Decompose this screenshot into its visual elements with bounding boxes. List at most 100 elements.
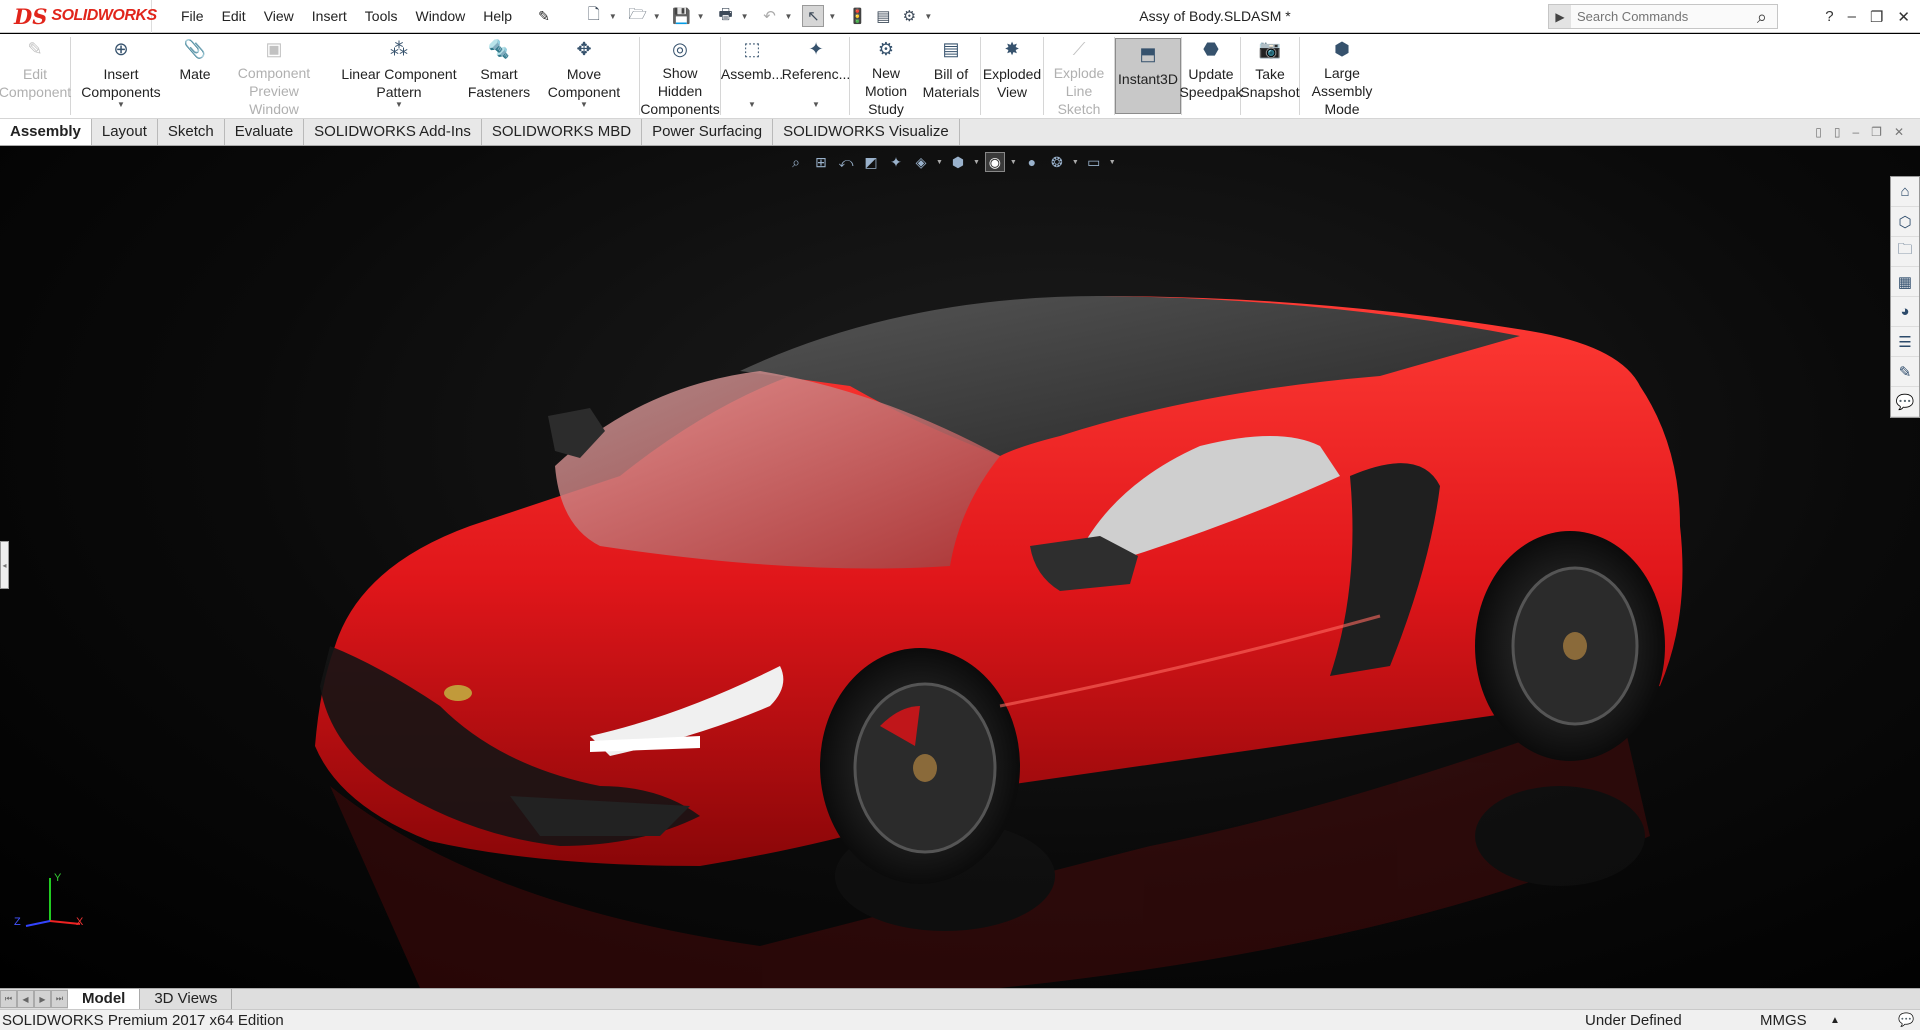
previous-view-icon[interactable]: ⤺ — [836, 152, 856, 172]
custom-properties-icon[interactable]: ☰ — [1891, 327, 1919, 357]
ribbon-dropdown-arrow-icon[interactable]: ▼ — [812, 96, 820, 114]
edit-appearance-icon[interactable]: ● — [1022, 152, 1042, 172]
options-dropdown-icon[interactable]: ▼ — [924, 12, 932, 21]
ribbon-button-preview-window[interactable]: ▣ Component Preview Window — [219, 34, 329, 118]
print-dropdown-icon[interactable]: ▼ — [741, 12, 749, 21]
tab-evaluate[interactable]: Evaluate — [225, 119, 305, 145]
ribbon-button-speedpak[interactable]: ⬣ Update Speedpak — [1179, 34, 1242, 118]
file-explorer-icon[interactable]: ▦ — [1891, 267, 1919, 297]
split-horizontal-icon[interactable]: ▯ — [1815, 125, 1822, 139]
zoom-to-area-icon[interactable]: ⊞ — [811, 152, 831, 172]
minimize-icon[interactable]: – — [1848, 8, 1856, 25]
help-icon[interactable]: ? — [1825, 8, 1833, 25]
solidworks-forum-icon[interactable]: ✎ — [1891, 357, 1919, 387]
ribbon-button-instant3d[interactable]: ⬒ Instant3D — [1115, 38, 1181, 114]
options-gear-icon[interactable]: ⚙ — [898, 5, 920, 27]
zoom-to-fit-icon[interactable]: ⌕ — [786, 152, 806, 172]
menu-insert[interactable]: Insert — [303, 0, 356, 33]
restore-icon[interactable]: ❐ — [1870, 8, 1883, 26]
ribbon-dropdown-arrow-icon[interactable]: ▼ — [117, 96, 125, 114]
3d-content-central-icon[interactable]: ⬡ — [1891, 207, 1919, 237]
hide-show-items-icon[interactable]: ◉ — [984, 152, 1005, 172]
tab-solidworks-add-ins[interactable]: SOLIDWORKS Add-Ins — [304, 119, 482, 145]
ribbon-button-linear-pattern[interactable]: ⁂ Linear Component Pattern ▼ — [329, 34, 469, 118]
ribbon-button-exploded-view[interactable]: ✸ Exploded View — [981, 34, 1043, 118]
ribbon-dropdown-arrow-icon[interactable]: ▼ — [580, 96, 588, 114]
ribbon-button-show-hidden[interactable]: ◎ Show Hidden Components — [640, 34, 720, 118]
undo-icon[interactable]: ↶ — [759, 5, 781, 27]
prev-tab-icon[interactable]: ◀ — [17, 990, 34, 1008]
view-settings-dropdown-icon[interactable]: ▼ — [1109, 159, 1116, 166]
display-style-dropdown-icon[interactable]: ▼ — [973, 159, 980, 166]
ribbon-button-mate[interactable]: 📎 Mate — [171, 34, 219, 118]
ribbon-button-reference-geometry[interactable]: ✦ Referenc... ▼ — [782, 34, 850, 118]
apply-scene-icon[interactable]: ❂ — [1047, 152, 1067, 172]
menu-view[interactable]: View — [255, 0, 303, 33]
status-bar-comment-icon[interactable]: 💬 — [1898, 1012, 1914, 1028]
search-icon[interactable]: ⌕ — [1757, 5, 1767, 29]
comments-icon[interactable]: 💬 — [1891, 387, 1919, 417]
tab-solidworks-mbd[interactable]: SOLIDWORKS MBD — [482, 119, 643, 145]
select-dropdown-icon[interactable]: ▼ — [828, 12, 836, 21]
ribbon-button-explode-line[interactable]: ⟋ Explode Line Sketch — [1044, 34, 1114, 118]
new-dropdown-icon[interactable]: ▼ — [609, 12, 617, 21]
appearances-icon[interactable]: ◕ — [1891, 297, 1919, 327]
search-input[interactable] — [1571, 5, 1731, 28]
viewport-minimize-icon[interactable]: – — [1852, 125, 1859, 139]
menu-tools[interactable]: Tools — [356, 0, 407, 33]
menu-edit[interactable]: Edit — [213, 0, 255, 33]
tab-layout[interactable]: Layout — [92, 119, 158, 145]
viewport-close-icon[interactable]: ✕ — [1894, 125, 1904, 139]
ribbon-dropdown-arrow-icon[interactable]: ▼ — [748, 96, 756, 114]
section-view-icon[interactable]: ◩ — [861, 152, 881, 172]
first-tab-icon[interactable]: ⏮ — [0, 990, 17, 1008]
ribbon-button-bom[interactable]: ▤ Bill of Materials — [922, 34, 980, 118]
tab-3d-views[interactable]: 3D Views — [140, 989, 233, 1009]
view-orientation-dropdown-icon[interactable]: ▼ — [936, 159, 943, 166]
ribbon-button-edit-component[interactable]: ✎ Edit Component — [0, 34, 71, 118]
tab-solidworks-visualize[interactable]: SOLIDWORKS Visualize — [773, 119, 960, 145]
ribbon-button-smart-fasteners[interactable]: 🔩 Smart Fasteners — [468, 34, 530, 118]
view-orientation-icon[interactable]: ◈ — [911, 152, 931, 172]
menu-file[interactable]: File — [172, 0, 213, 33]
open-folder-icon[interactable]: 🗁 — [627, 5, 649, 27]
command-prompt-icon[interactable]: ▶ — [1549, 5, 1571, 28]
solidworks-logo[interactable]: DS SOLIDWORKS — [0, 0, 157, 33]
select-cursor-icon[interactable]: ↖ — [802, 5, 825, 27]
ribbon-button-snapshot[interactable]: 📷 Take Snapshot — [1240, 34, 1299, 118]
ribbon-button-assembly-features[interactable]: ⬚ Assemb... ▼ — [721, 34, 783, 118]
next-tab-icon[interactable]: ▶ — [34, 990, 51, 1008]
print-icon[interactable]: 🖶 — [715, 5, 737, 27]
tab-sketch[interactable]: Sketch — [158, 119, 225, 145]
ribbon-button-move-component[interactable]: ✥ Move Component ▼ — [529, 34, 639, 118]
pin-icon[interactable]: ✎ — [529, 0, 559, 33]
save-dropdown-icon[interactable]: ▼ — [697, 12, 705, 21]
ribbon-button-large-assembly[interactable]: ⬢ Large Assembly Mode — [1300, 34, 1384, 118]
menu-window[interactable]: Window — [406, 0, 474, 33]
unit-system[interactable]: MMGS — [1760, 1012, 1807, 1029]
rear-wheel[interactable] — [1475, 531, 1665, 761]
rebuild-icon[interactable]: 🚦 — [846, 5, 868, 27]
close-icon[interactable]: ✕ — [1897, 8, 1910, 26]
display-style-icon[interactable]: ⬢ — [948, 152, 968, 172]
undo-dropdown-icon[interactable]: ▼ — [785, 12, 793, 21]
car-model[interactable] — [0, 146, 1920, 988]
file-properties-icon[interactable]: ▤ — [872, 5, 894, 27]
scene-dropdown-icon[interactable]: ▼ — [1072, 159, 1079, 166]
view-settings-icon[interactable]: ▭ — [1084, 152, 1104, 172]
home-icon[interactable]: ⌂ — [1891, 177, 1919, 207]
feature-manager-collapse-handle[interactable]: ◂ — [0, 541, 9, 589]
front-wheel[interactable] — [820, 648, 1020, 884]
tab-model[interactable]: Model — [68, 989, 141, 1009]
ribbon-button-insert-components[interactable]: ⊕ Insert Components ▼ — [71, 34, 171, 118]
new-document-icon[interactable]: 🗋 — [583, 5, 605, 27]
split-vertical-icon[interactable]: ▯ — [1834, 125, 1841, 139]
ribbon-dropdown-arrow-icon[interactable]: ▼ — [395, 96, 403, 114]
tab-power-surfacing[interactable]: Power Surfacing — [642, 119, 774, 145]
open-dropdown-icon[interactable]: ▼ — [653, 12, 661, 21]
ribbon-button-motion-study[interactable]: ⚙ New Motion Study — [850, 34, 922, 118]
viewport-restore-icon[interactable]: ❐ — [1871, 125, 1882, 139]
save-icon[interactable]: 💾 — [671, 5, 693, 27]
menu-help[interactable]: Help — [474, 0, 521, 33]
graphics-area[interactable]: ⌕ ⊞ ⤺ ◩ ✦ ◈ ▼ ⬢ ▼ ◉ ▼ ● ❂ ▼ ▭ ▼ ⌂ ⬡ 🗀 ▦ ◕ ☰ ✎… — [0, 146, 1920, 988]
